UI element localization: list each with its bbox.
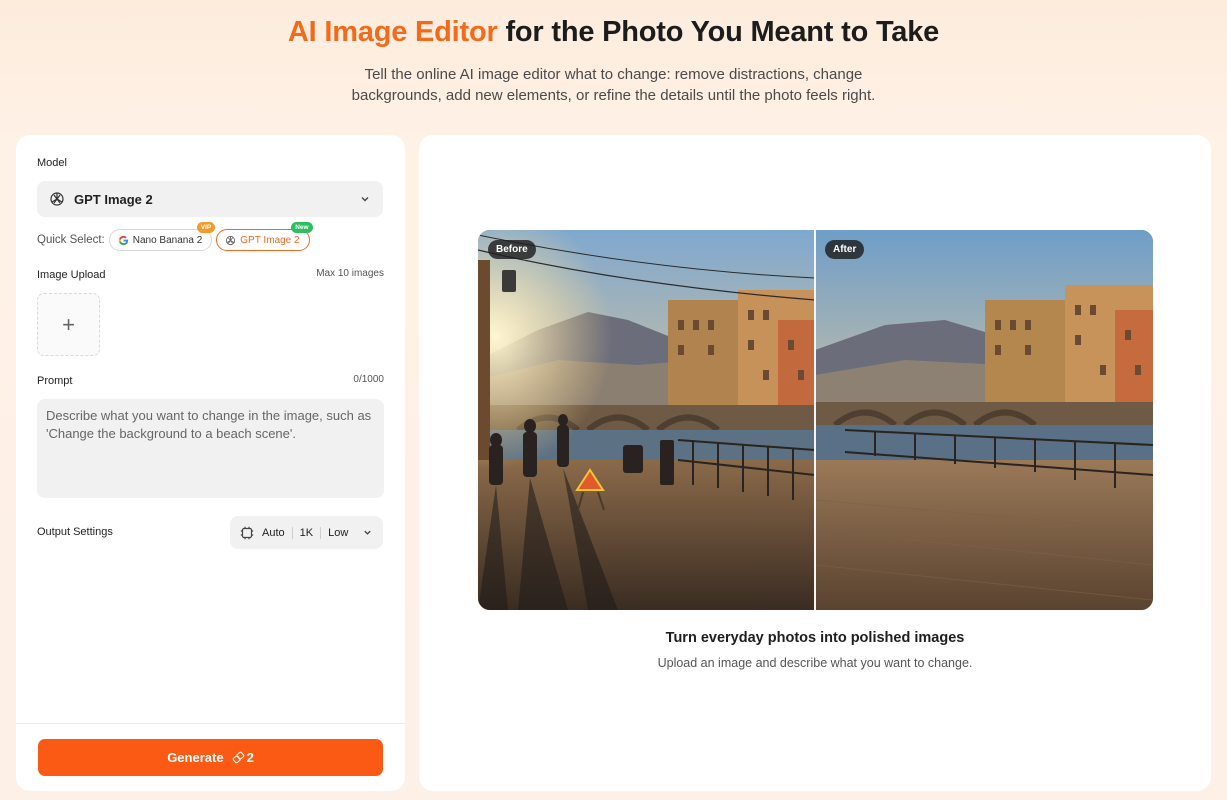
quick-option-nano-banana[interactable]: Nano Banana 2 VIP: [108, 222, 216, 251]
image-upload-button[interactable]: +: [37, 293, 100, 356]
quick-option-label: GPT Image 2: [240, 234, 300, 246]
chevron-down-icon: [362, 527, 373, 538]
editor-form-panel: Model GPT Image 2 Quick Select: Nano Ban…: [16, 135, 405, 791]
before-image: [478, 230, 815, 610]
output-quality-value: Low: [328, 526, 349, 539]
after-tag: After: [825, 240, 865, 259]
image-upload-label: Image Upload: [37, 269, 106, 281]
preview-panel: Before After Turn everyday photos into p…: [419, 135, 1211, 791]
quick-option-gpt-image[interactable]: GPT Image 2 New: [216, 222, 313, 251]
openai-icon: [225, 235, 236, 246]
preview-caption-title: Turn everyday photos into polished image…: [665, 630, 965, 646]
google-icon: [118, 235, 129, 246]
comparison-divider[interactable]: [814, 230, 816, 610]
page-title-rest: for the Photo You Meant to Take: [497, 16, 940, 48]
before-tag: Before: [488, 240, 536, 259]
new-badge: New: [291, 222, 313, 233]
model-select-dropdown[interactable]: GPT Image 2: [37, 181, 383, 217]
footer-divider: [16, 723, 405, 724]
generate-label: Generate: [167, 750, 224, 765]
vip-badge: VIP: [196, 222, 216, 233]
credits-icon: [232, 751, 245, 764]
generate-button[interactable]: Generate 2: [38, 739, 383, 776]
after-image: [815, 230, 1153, 610]
page-subtitle: Tell the online AI image editor what to …: [351, 66, 876, 104]
prompt-label: Prompt: [37, 375, 73, 387]
generate-cost: 2: [246, 750, 254, 765]
prompt-char-counter: 0/1000: [353, 374, 384, 385]
aspect-ratio-icon: [240, 526, 254, 540]
divider: [291, 526, 293, 539]
upload-limit-note: Max 10 images: [316, 268, 384, 279]
model-select-value: GPT Image 2: [74, 191, 153, 207]
quick-select-label: Quick Select:: [37, 234, 105, 246]
output-settings-dropdown[interactable]: Auto 1K Low: [230, 516, 383, 549]
before-after-comparison: Before After: [478, 230, 1153, 610]
hero-section: AI Image Editor for the Photo You Meant …: [0, 0, 1227, 130]
model-label: Model: [37, 157, 67, 169]
preview-caption-subtitle: Upload an image and describe what you wa…: [657, 656, 973, 670]
divider: [320, 526, 322, 539]
plus-icon: +: [62, 311, 75, 337]
openai-icon: [49, 191, 65, 207]
prompt-input[interactable]: [37, 399, 384, 498]
chevron-down-icon: [359, 193, 371, 205]
quick-select: Quick Select: Nano Banana 2 VIP GPT Imag…: [37, 222, 314, 252]
page-title-accent: AI Image Editor: [287, 16, 498, 48]
page-title: AI Image Editor for the Photo You Meant …: [0, 16, 1227, 49]
output-settings-label: Output Settings: [37, 526, 113, 538]
output-resolution-value: 1K: [299, 526, 314, 539]
quick-option-label: Nano Banana 2: [132, 234, 203, 246]
output-ratio-value: Auto: [262, 526, 285, 539]
